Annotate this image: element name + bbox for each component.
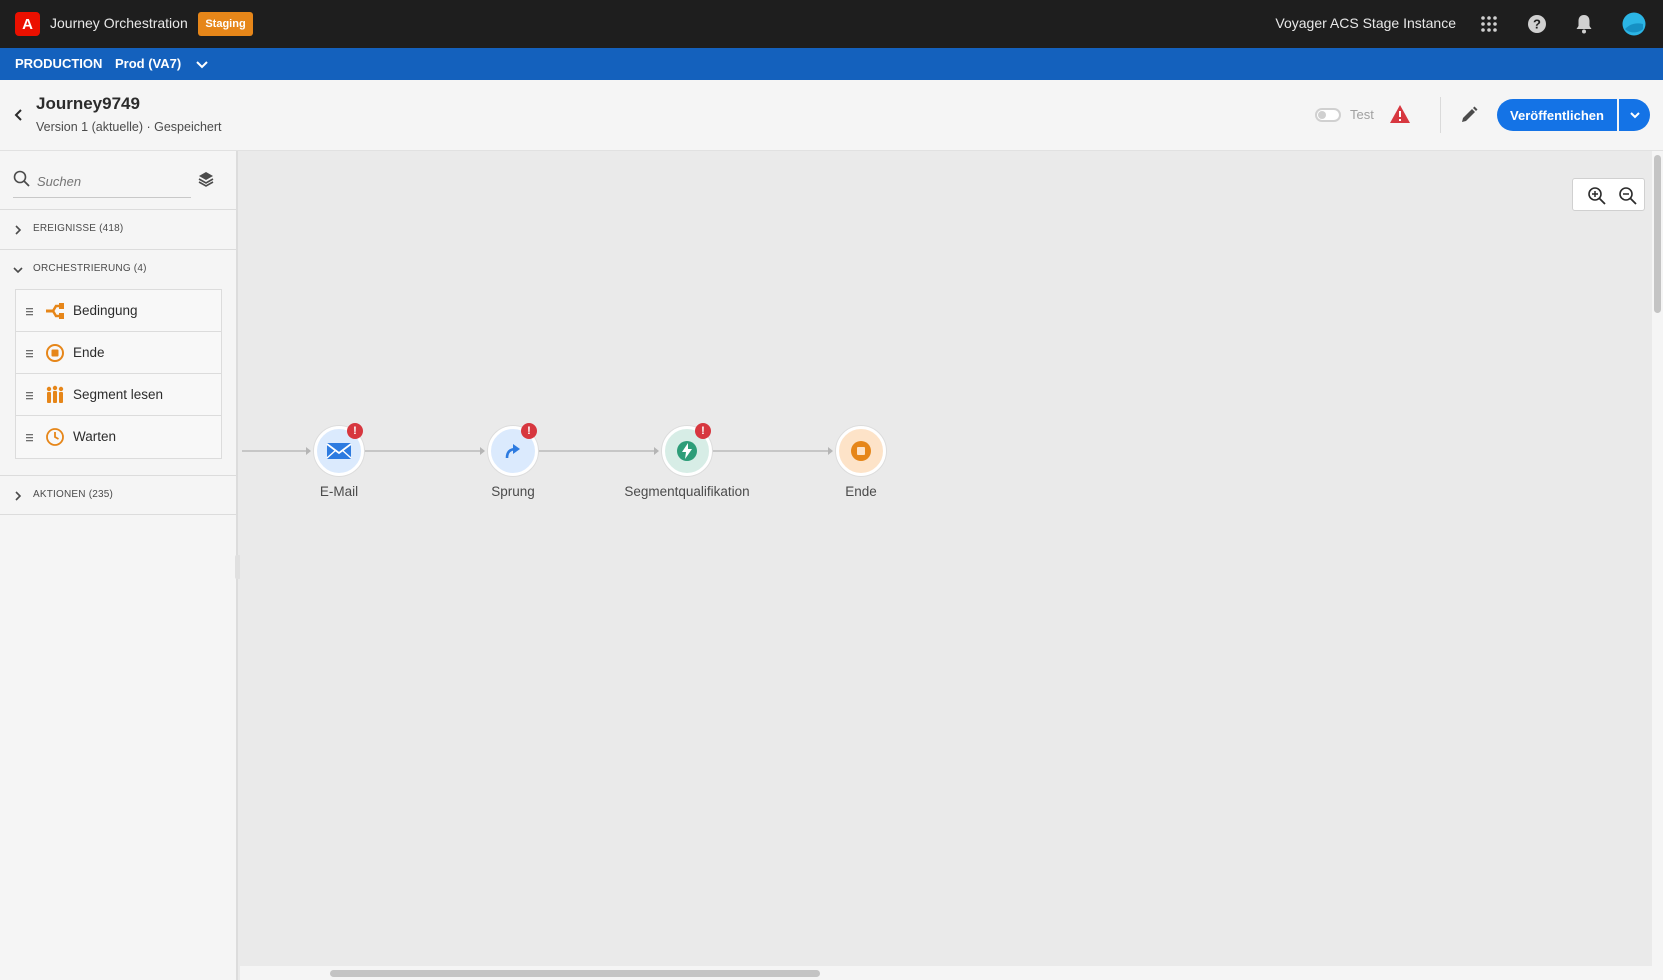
user-avatar[interactable] [1622, 12, 1646, 36]
header-divider [1440, 97, 1441, 133]
org-switcher[interactable]: Voyager ACS Stage Instance [1275, 15, 1456, 31]
palette-item-wait[interactable]: Warten [16, 416, 221, 458]
section-orchestration-label: ORCHESTRIERUNG (4) [33, 263, 147, 274]
search-input[interactable] [37, 171, 187, 191]
chevron-right-icon [12, 489, 24, 501]
segment-qualification-icon [677, 441, 697, 461]
journey-header: Journey9749 Version 1 (aktuelle) · Gespe… [0, 80, 1663, 151]
vertical-scrollbar-thumb[interactable] [1654, 155, 1661, 313]
alert-warning-icon[interactable] [1389, 104, 1411, 124]
drag-handle-icon[interactable] [26, 430, 34, 442]
chevron-right-icon [12, 223, 24, 235]
search-icon [13, 170, 31, 188]
drag-handle-icon[interactable] [26, 346, 34, 358]
section-actions-label: AKTIONEN (235) [33, 489, 114, 500]
node-label: Sprung [491, 484, 535, 499]
palette-item-label: Bedingung [73, 303, 138, 318]
adobe-logo-icon[interactable]: A [15, 12, 40, 36]
zoom-out-icon[interactable] [1618, 186, 1638, 206]
sandbox-name[interactable]: Prod (VA7) [115, 56, 181, 71]
palette-item-condition[interactable]: Bedingung [16, 290, 221, 332]
palette-item-label: Segment lesen [73, 387, 164, 402]
condition-icon [45, 301, 65, 321]
section-events-label: EREIGNISSE (418) [33, 223, 124, 234]
sandbox-type-label: PRODUCTION [15, 56, 103, 71]
staging-badge: Staging [198, 12, 253, 36]
palette-item-label: Ende [73, 345, 105, 360]
node-error-badge[interactable]: ! [521, 423, 537, 439]
node-label: Segmentqualifikation [624, 484, 750, 499]
link-arrowhead [480, 447, 485, 455]
email-icon [326, 443, 352, 459]
journey-title[interactable]: Journey9749 [36, 94, 140, 114]
node-end[interactable] [836, 426, 886, 476]
canvas-link [538, 450, 657, 452]
layers-icon[interactable] [197, 170, 215, 188]
drag-handle-icon[interactable] [26, 304, 34, 316]
journey-version-status: Version 1 (aktuelle) · Gespeichert [36, 120, 222, 134]
node-label: E-Mail [319, 484, 359, 499]
palette-search [13, 168, 191, 198]
zoom-controls [1572, 178, 1645, 211]
section-divider [0, 249, 238, 250]
orchestration-items: Bedingung Ende Segment lesen Warten [15, 289, 222, 459]
journey-canvas[interactable] [240, 151, 1651, 970]
chevron-down-icon [12, 263, 24, 275]
edit-pencil-icon[interactable] [1459, 105, 1479, 125]
sandbox-chevron-down-icon[interactable] [194, 56, 210, 72]
section-divider [0, 209, 238, 210]
palette-item-label: Warten [73, 429, 117, 444]
canvas-link [712, 450, 831, 452]
link-arrowhead [828, 447, 833, 455]
link-arrowhead [654, 447, 659, 455]
test-mode-toggle[interactable] [1315, 108, 1341, 122]
help-icon[interactable]: ? [1525, 12, 1549, 36]
node-error-badge[interactable]: ! [695, 423, 711, 439]
canvas-link [364, 450, 483, 452]
section-events[interactable]: EREIGNISSE (418) [0, 211, 238, 247]
section-orchestration[interactable]: ORCHESTRIERUNG (4) [0, 251, 238, 287]
end-icon [45, 343, 65, 363]
node-label: Ende [845, 484, 877, 499]
sandbox-bar: PRODUCTION Prod (VA7) [0, 48, 1663, 80]
section-divider [0, 475, 238, 476]
back-chevron-icon[interactable] [10, 105, 26, 125]
palette-item-end[interactable]: Ende [16, 332, 221, 374]
section-actions[interactable]: AKTIONEN (235) [0, 477, 238, 513]
top-bar: A Journey Orchestration Staging Voyager … [0, 0, 1663, 48]
horizontal-scrollbar-thumb[interactable] [330, 970, 820, 977]
palette-item-read-segment[interactable]: Segment lesen [16, 374, 221, 416]
test-mode-label: Test [1350, 107, 1374, 122]
section-divider [0, 514, 238, 515]
zoom-in-icon[interactable] [1587, 186, 1607, 206]
end-icon [851, 441, 871, 461]
activity-palette: EREIGNISSE (418) ORCHESTRIERUNG (4) Bedi… [0, 151, 238, 980]
read-segment-icon [45, 385, 65, 405]
app-title[interactable]: Journey Orchestration [50, 15, 188, 31]
node-error-badge[interactable]: ! [347, 423, 363, 439]
publish-options-chevron-down-icon[interactable] [1619, 99, 1650, 131]
notifications-bell-icon[interactable] [1572, 12, 1596, 36]
canvas-link [242, 450, 309, 452]
publish-button[interactable]: Veröffentlichen [1497, 99, 1617, 131]
jump-icon [505, 444, 520, 459]
wait-clock-icon [45, 427, 65, 447]
svg-text:?: ? [1533, 17, 1541, 32]
link-arrowhead [306, 447, 311, 455]
app-switcher-icon[interactable] [1477, 12, 1501, 36]
drag-handle-icon[interactable] [26, 388, 34, 400]
